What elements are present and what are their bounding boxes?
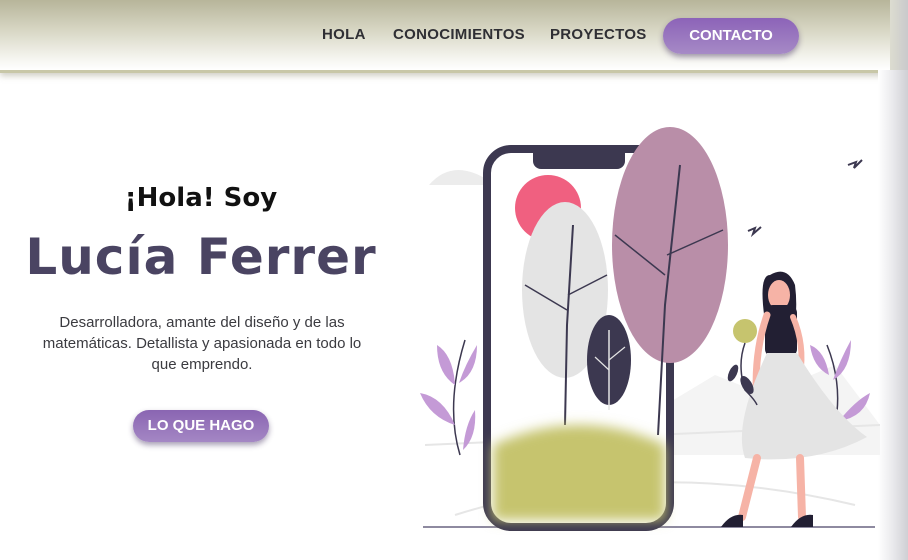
hero-name: Lucía Ferrer xyxy=(25,228,377,286)
left-plants xyxy=(420,339,477,456)
description-line-3: que emprendo. xyxy=(151,356,253,373)
contact-button[interactable]: CONTACTO xyxy=(663,18,799,54)
nav-link-hola[interactable]: HOLA xyxy=(322,26,366,43)
nav-link-proyectos[interactable]: PROYECTOS xyxy=(550,26,647,43)
page-edge-shadow xyxy=(878,70,908,560)
what-i-do-button[interactable]: LO QUE HAGO xyxy=(133,410,269,442)
hero-description: Desarrolladora, amante del diseño y de l… xyxy=(22,312,382,375)
description-line-2: matemáticas. Detallista y apasionada en … xyxy=(42,335,362,352)
hero-greeting: ¡Hola! Soy xyxy=(124,183,278,213)
hero-illustration xyxy=(420,127,880,531)
top-navbar: HOLA CONOCIMIENTOS PROYECTOS CONTACTO xyxy=(0,0,890,73)
navbar-edge-shadow xyxy=(890,0,908,73)
description-line-1: Desarrolladora, amante del diseño y de l… xyxy=(59,314,345,331)
nav-link-conocimientos[interactable]: CONOCIMIENTOS xyxy=(393,26,525,43)
